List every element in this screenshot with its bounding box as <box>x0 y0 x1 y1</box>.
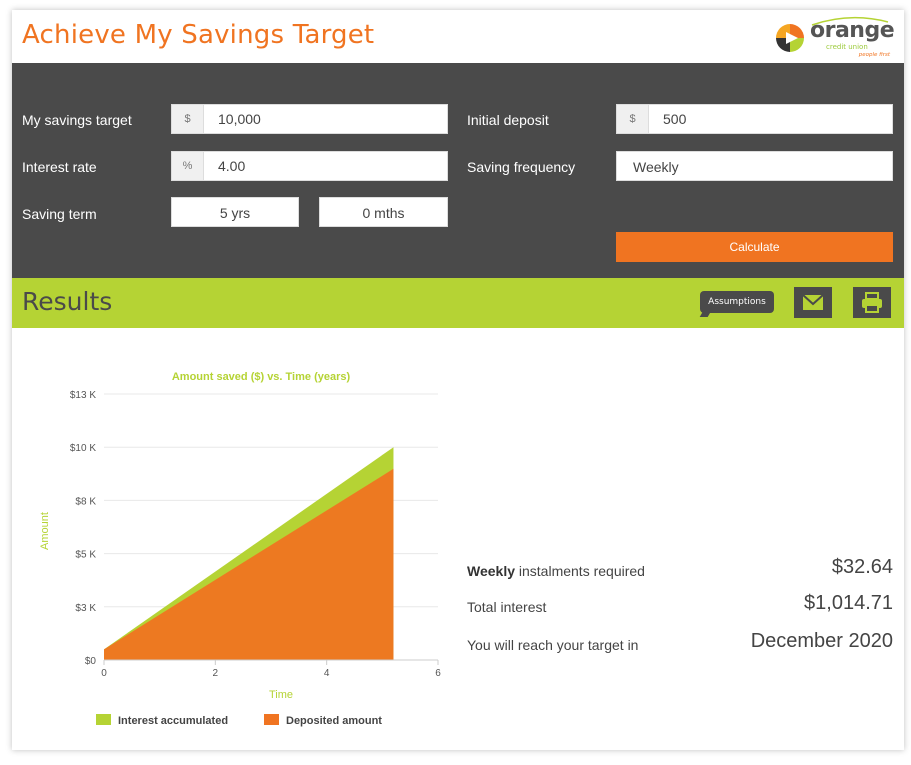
chart-title: Amount saved ($) vs. Time (years) <box>172 371 351 383</box>
x-tick-label: 6 <box>435 668 441 679</box>
saving-frequency-value: Weekly <box>633 159 679 175</box>
envelope-icon <box>802 294 824 310</box>
legend-swatch-deposited <box>264 714 279 725</box>
saving-term-months-field[interactable]: 0 mths <box>319 197 448 227</box>
logo-subtitle: credit union <box>826 43 868 51</box>
y-tick-label: $13 K <box>70 390 96 401</box>
savings-target-value: 10,000 <box>218 111 261 127</box>
total-interest-row: Total interest $1,014.71 <box>467 592 893 619</box>
saving-term-years-value: 5 yrs <box>219 205 251 221</box>
reach-target-label: You will reach your target in <box>467 637 639 653</box>
dollar-prefix: $ <box>172 105 204 133</box>
dollar-prefix: $ <box>617 105 649 133</box>
saving-term-years-field[interactable]: 5 yrs <box>171 197 299 227</box>
x-tick-label: 0 <box>101 668 107 679</box>
x-tick-label: 4 <box>324 668 330 679</box>
interest-rate-value: 4.00 <box>218 158 246 174</box>
initial-deposit-field[interactable]: $ 500 <box>616 104 893 134</box>
reach-target-value: December 2020 <box>750 630 893 652</box>
total-interest-value: $1,014.71 <box>804 592 893 614</box>
orange-logo: orange credit union people first <box>774 16 895 60</box>
instalments-row: Weekly instalments required $32.64 <box>467 556 893 583</box>
saving-term-months-value: 0 mths <box>362 205 405 221</box>
logo-mark-icon <box>776 24 804 52</box>
percent-prefix: % <box>172 152 204 180</box>
saving-frequency-select[interactable]: Weekly <box>616 151 893 181</box>
total-interest-label: Total interest <box>467 599 547 615</box>
instalments-label: Weekly instalments required <box>467 563 645 579</box>
instalments-text: instalments required <box>515 563 645 579</box>
reach-target-row: You will reach your target in December 2… <box>467 630 893 657</box>
header: Achieve My Savings Target orange credit … <box>12 10 904 63</box>
legend-label-deposited: Deposited amount <box>286 715 382 727</box>
y-axis-title: Amount <box>39 512 51 550</box>
saving-term-label: Saving term <box>22 206 97 222</box>
y-tick-label: $0 <box>85 656 97 667</box>
savings-chart: Amount saved ($) vs. Time (years) $0 $3 K $… <box>32 350 452 735</box>
input-form: My savings target $ 10,000 Interest rate… <box>12 63 904 278</box>
logo-tagline: people first <box>858 52 890 58</box>
email-button[interactable] <box>794 287 832 318</box>
y-tick-label: $5 K <box>75 550 96 561</box>
legend-label-interest: Interest accumulated <box>118 715 228 727</box>
logo-word: orange <box>810 18 895 43</box>
y-tick-label: $8 K <box>75 496 96 507</box>
instalments-frequency: Weekly <box>467 563 515 579</box>
x-axis-title: Time <box>269 689 293 701</box>
assumptions-button[interactable]: Assumptions <box>700 291 774 313</box>
y-tick-label: $10 K <box>70 443 96 454</box>
chart-canvas: Amount saved ($) vs. Time (years) $0 $3 K $… <box>39 371 441 727</box>
savings-target-label: My savings target <box>22 112 132 128</box>
printer-icon <box>862 292 882 313</box>
page-title: Achieve My Savings Target <box>22 20 375 50</box>
results-bar: Results Assumptions <box>12 278 904 328</box>
calculator-card: Achieve My Savings Target orange credit … <box>12 10 904 750</box>
instalments-value: $32.64 <box>831 556 893 578</box>
results-title: Results <box>22 287 113 316</box>
savings-target-field[interactable]: $ 10,000 <box>171 104 448 134</box>
calculate-button[interactable]: Calculate <box>616 232 893 262</box>
initial-deposit-value: 500 <box>663 111 687 127</box>
saving-frequency-label: Saving frequency <box>467 159 576 175</box>
interest-rate-field[interactable]: % 4.00 <box>171 151 448 181</box>
y-tick-label: $3 K <box>75 603 96 614</box>
deposited-amount-area <box>104 468 394 660</box>
legend-swatch-interest <box>96 714 111 725</box>
interest-rate-label: Interest rate <box>22 159 97 175</box>
x-tick-label: 2 <box>213 668 219 679</box>
initial-deposit-label: Initial deposit <box>467 112 549 128</box>
print-button[interactable] <box>853 287 891 318</box>
